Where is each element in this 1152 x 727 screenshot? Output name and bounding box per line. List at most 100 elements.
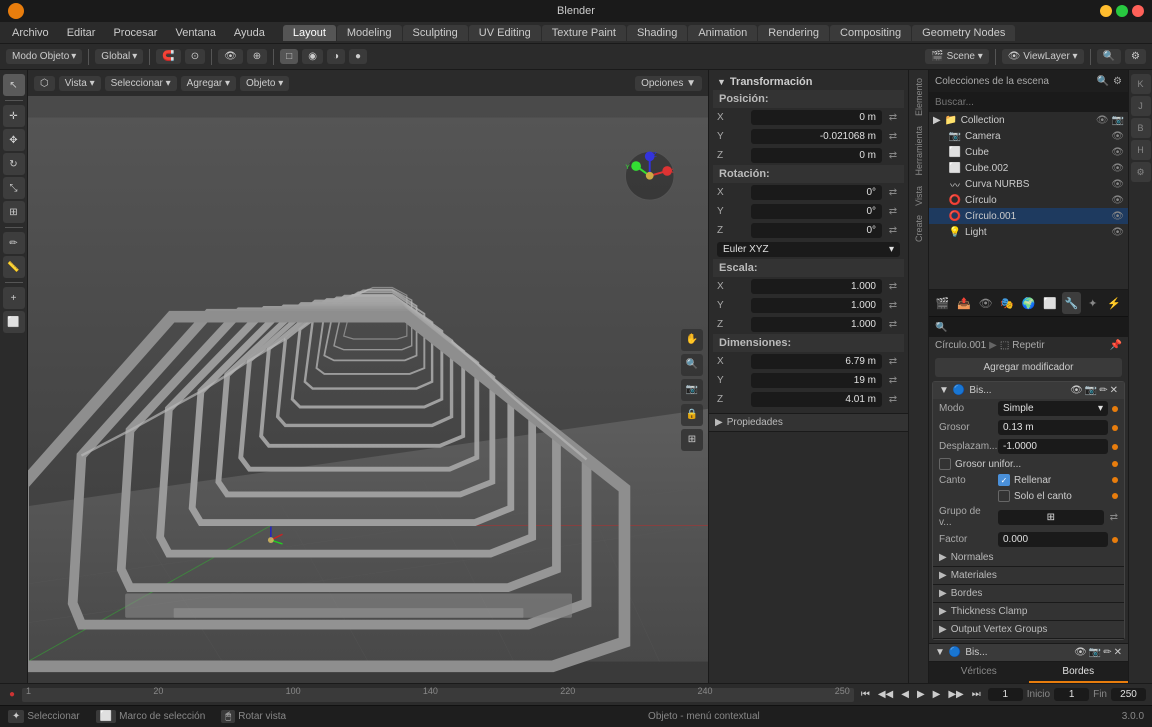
bottom-mod-cam[interactable]: 📷 (1089, 647, 1101, 658)
rotation-mode-dropdown[interactable]: Euler XYZ ▾ (717, 242, 900, 257)
search-btn[interactable]: 🔍 (1097, 49, 1121, 64)
add-modifier-btn[interactable]: Agregar modificador (935, 358, 1122, 377)
materiales-header[interactable]: ▶ Materiales (933, 567, 1124, 584)
outliner-item-cube002[interactable]: ⬜ Cube.002 👁 (929, 160, 1128, 176)
cursor-tool[interactable]: ✛ (3, 105, 25, 127)
lock-view-tool[interactable]: 🔒 (681, 404, 703, 426)
factor-value[interactable]: 0.000 (998, 532, 1108, 547)
modifier-realtime-icon[interactable]: 👁 (1070, 385, 1083, 396)
scale-z-value[interactable]: 1.000 (751, 317, 882, 332)
bottom-mod-edit[interactable]: ✏ (1103, 647, 1111, 658)
select-tool[interactable]: ↖ (3, 74, 25, 96)
maximize-btn[interactable] (1116, 5, 1128, 17)
menu-archivo[interactable]: Archivo (4, 25, 57, 41)
prop-output-icon[interactable]: 📤 (954, 292, 973, 314)
tab-modeling[interactable]: Modeling (337, 25, 402, 41)
pos-z-value[interactable]: 0 m (751, 148, 882, 163)
viewlayer-selector[interactable]: 👁 ViewLayer ▾ (1002, 49, 1084, 64)
modifier-block-header[interactable]: ▼ 🔵 Bis... 👁 📷 ✏ ✕ (933, 382, 1124, 399)
tab-sculpting[interactable]: Sculpting (403, 25, 468, 41)
jump-end-btn[interactable]: ⏭ (969, 688, 984, 701)
viewport-add-menu[interactable]: Agregar ▾ (181, 76, 236, 91)
inicio-frame-input[interactable]: 1 (1054, 688, 1089, 701)
play-btn[interactable]: ▶ (914, 688, 928, 701)
bottom-tab-bordes[interactable]: Bordes (1029, 662, 1129, 683)
scene-selector[interactable]: 🎬 Scene ▾ (925, 49, 988, 64)
snap-btn[interactable]: 🧲 (156, 49, 180, 64)
pos-y-value[interactable]: -0.021068 m (751, 129, 882, 144)
bordes-header[interactable]: ▶ Bordes (933, 585, 1124, 602)
viewport[interactable]: ⬡ Vista ▾ Seleccionar ▾ Agregar ▾ Objeto… (28, 70, 708, 683)
grupo-v-value[interactable]: ⊞ (998, 510, 1104, 525)
kitops-btn-4[interactable]: H (1131, 140, 1151, 160)
modifier-more-icon[interactable]: ✕ (1110, 385, 1118, 396)
hand-tool[interactable]: ✋ (681, 329, 703, 351)
outliner-search-icon[interactable]: 🔍 (1097, 76, 1109, 87)
prev-frame-btn[interactable]: ◀ (898, 688, 912, 701)
grosor-value[interactable]: 0.13 m (998, 420, 1108, 435)
dim-z-link[interactable]: ⇄ (886, 393, 900, 407)
tab-texture-paint[interactable]: Texture Paint (542, 25, 626, 41)
rot-y-link[interactable]: ⇄ (886, 205, 900, 219)
collection-camera[interactable]: 📷 (1112, 115, 1124, 126)
outliner-item-collection[interactable]: ▶ 📁 Collection 👁 📷 (929, 112, 1128, 128)
output-vertex-header[interactable]: ▶ Output Vertex Groups (933, 621, 1124, 638)
wireframe-btn[interactable]: □ (280, 49, 298, 64)
scale-x-value[interactable]: 1.000 (751, 279, 882, 294)
pivot-selector[interactable]: Global ▾ (95, 49, 143, 64)
measure-tool[interactable]: 📏 (3, 256, 25, 278)
circulo001-eye[interactable]: 👁 (1111, 211, 1124, 222)
prop-world-icon[interactable]: 🌍 (1019, 292, 1038, 314)
scale-z-link[interactable]: ⇄ (886, 318, 900, 332)
solid-btn[interactable]: ◉ (302, 49, 323, 64)
outliner-item-circulo[interactable]: ⭕ Círculo 👁 (929, 192, 1128, 208)
collection-eye[interactable]: 👁 (1096, 115, 1109, 126)
rot-x-value[interactable]: 0° (751, 185, 882, 200)
current-frame-input[interactable]: 1 (988, 688, 1023, 701)
transform-header[interactable]: ▼ Transformación (713, 74, 904, 90)
rotate-tool[interactable]: ↻ (3, 153, 25, 175)
scale-x-link[interactable]: ⇄ (886, 280, 900, 294)
solo-canto-checkbox[interactable] (998, 490, 1010, 502)
prop-physics-icon[interactable]: ⚡ (1105, 292, 1124, 314)
pos-x-value[interactable]: 0 m (751, 110, 882, 125)
outliner-item-cube[interactable]: ⬜ Cube 👁 (929, 144, 1128, 160)
outliner-item-nurbs[interactable]: 〰 Curva NURBS 👁 (929, 176, 1128, 192)
menu-ventana[interactable]: Ventana (167, 25, 223, 41)
modifier-render-icon-sm[interactable]: 📷 (1085, 385, 1097, 396)
viewport-view-menu[interactable]: Vista ▾ (59, 76, 101, 91)
kitops-btn-2[interactable]: J (1131, 96, 1151, 116)
dim-x-link[interactable]: ⇄ (886, 355, 900, 369)
camera-eye[interactable]: 👁 (1111, 131, 1124, 142)
light-eye[interactable]: 👁 (1111, 227, 1124, 238)
pos-y-link[interactable]: ⇄ (886, 130, 900, 144)
pos-x-link[interactable]: ⇄ (886, 111, 900, 125)
tab-layout[interactable]: Layout (283, 25, 336, 41)
viewport-shading-menu[interactable]: ⬡ (34, 76, 55, 91)
close-btn[interactable] (1132, 5, 1144, 17)
jump-start-btn[interactable]: ⏮ (858, 688, 873, 701)
circulo-eye[interactable]: 👁 (1111, 195, 1124, 206)
camera-view-tool[interactable]: 📷 (681, 379, 703, 401)
tab-uv-editing[interactable]: UV Editing (469, 25, 541, 41)
gizmos-btn[interactable]: ⊕ (247, 49, 267, 64)
prop-view-icon[interactable]: 👁 (976, 292, 995, 314)
transform-tool[interactable]: ⊞ (3, 201, 25, 223)
scene-canvas[interactable]: X Y Z ✋ 🔍 📷 🔒 ⊞ (28, 96, 708, 683)
render-btn[interactable]: ● (349, 49, 367, 64)
tab-geometry-nodes[interactable]: Geometry Nodes (912, 25, 1015, 41)
dim-z-value[interactable]: 4.01 m (751, 392, 882, 407)
properties-header[interactable]: ▶ Propiedades (709, 414, 908, 431)
kitops-btn-5[interactable]: ⚙ (1131, 162, 1151, 182)
rot-x-link[interactable]: ⇄ (886, 186, 900, 200)
vtab-elemento[interactable]: Elemento (912, 74, 926, 120)
viewport-options-btn[interactable]: Opciones ▼ (635, 76, 702, 91)
prop-modifier-icon[interactable]: 🔧 (1062, 292, 1081, 314)
kitops-btn-1[interactable]: K (1131, 74, 1151, 94)
menu-editar[interactable]: Editar (59, 25, 104, 41)
viewport-select-menu[interactable]: Seleccionar ▾ (105, 76, 177, 91)
thickness-clamp-header[interactable]: ▶ Thickness Clamp (933, 603, 1124, 620)
mode-dropdown[interactable]: Simple ▾ (998, 401, 1108, 416)
tab-compositing[interactable]: Compositing (830, 25, 911, 41)
dim-x-value[interactable]: 6.79 m (751, 354, 882, 369)
